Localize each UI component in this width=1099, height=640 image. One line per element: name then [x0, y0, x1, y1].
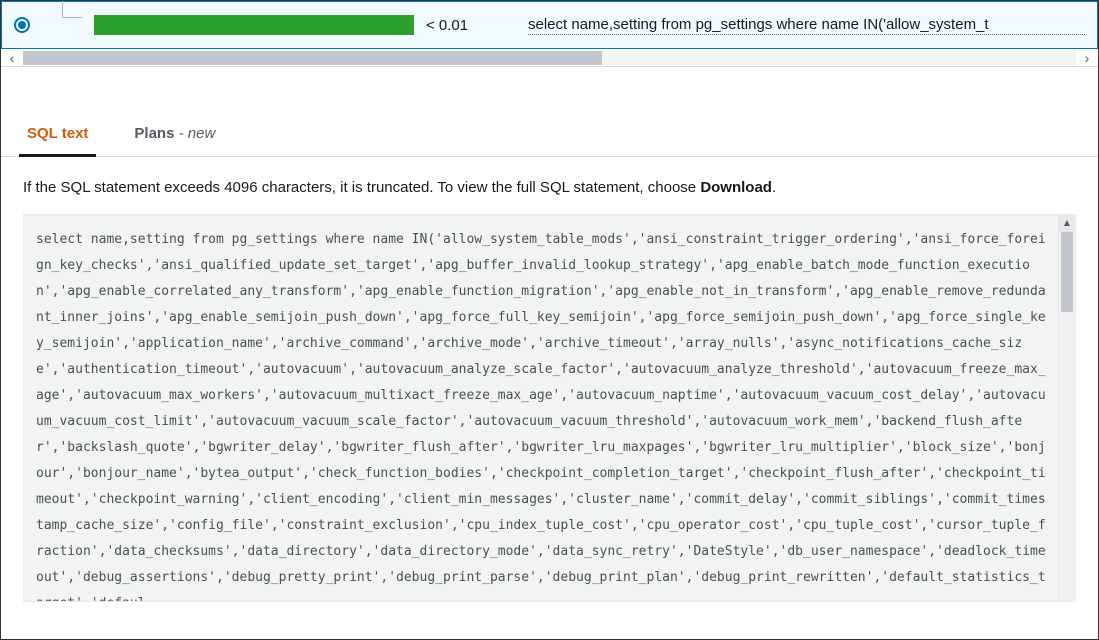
tab-plans[interactable]: Plans - new [130, 125, 219, 156]
horizontal-scrollbar[interactable]: ‹ › [1, 49, 1098, 67]
scroll-up-icon[interactable]: ▲ [1059, 215, 1075, 232]
vertical-scrollbar[interactable]: ▲ [1058, 215, 1075, 601]
selected-sql-row[interactable]: < 0.01 select name,setting from pg_setti… [1, 1, 1098, 49]
notice-download-word: Download [700, 179, 772, 196]
scroll-right-icon[interactable]: › [1076, 49, 1098, 67]
load-bar-fill [94, 15, 414, 35]
row-radio-selected[interactable] [14, 17, 30, 33]
sql-preview-text[interactable]: select name,setting from pg_settings whe… [528, 16, 1085, 35]
load-value: < 0.01 [426, 17, 516, 34]
tab-plans-suffix: - new [174, 125, 215, 142]
radio-dot [18, 21, 26, 29]
tab-content: If the SQL statement exceeds 4096 charac… [1, 157, 1098, 624]
sql-code-container: select name,setting from pg_settings whe… [23, 214, 1076, 602]
load-bar-track [94, 15, 414, 35]
notice-pre: If the SQL statement exceeds 4096 charac… [23, 179, 700, 196]
hscroll-track[interactable] [23, 51, 1076, 65]
tab-sql-text[interactable]: SQL text [23, 125, 92, 156]
tab-plans-label: Plans [134, 125, 174, 142]
scroll-left-icon[interactable]: ‹ [1, 49, 23, 67]
tree-connector [42, 1, 82, 49]
sql-code-block[interactable]: select name,setting from pg_settings whe… [24, 215, 1075, 601]
truncation-notice: If the SQL statement exceeds 4096 charac… [23, 179, 1076, 196]
tabs-bar: SQL text Plans - new [1, 103, 1098, 157]
notice-post: . [772, 179, 776, 196]
hscroll-thumb[interactable] [23, 51, 602, 65]
vscroll-thumb[interactable] [1061, 232, 1073, 312]
